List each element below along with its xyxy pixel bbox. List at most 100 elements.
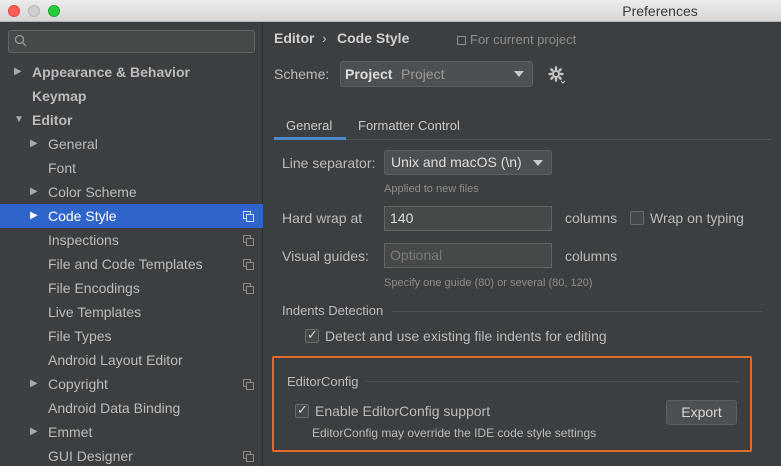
settings-search-input[interactable] [8,30,255,53]
enable-editorconfig-checkbox[interactable] [295,402,309,418]
scheme-label: Scheme: [274,66,330,82]
sidebar-item-live-templates[interactable]: Live Templates [0,300,263,324]
collapsed-arrow-icon[interactable]: ▶ [14,60,22,84]
sidebar-item-label: Font [48,160,77,176]
sidebar-item-label: Live Templates [48,304,142,320]
breadcrumb-separator: › [322,30,327,46]
line-separator-label: Line separator: [282,155,376,171]
sidebar-item-file-types[interactable]: File Types [0,324,263,348]
project-scope-note: For current project [457,32,576,47]
sidebar-item-font[interactable]: Font [0,156,263,180]
sidebar-item-label: General [48,136,98,152]
search-icon [14,34,27,47]
code-style-tabs: General Formatter Control [274,108,771,140]
expanded-arrow-icon[interactable]: ▼ [14,108,24,132]
sidebar-item-label: Color Scheme [48,184,137,200]
project-scope-icon [457,36,466,45]
preferences-window: Preferences ▶ Appearance & Behavior Keymap… [0,0,781,466]
line-separator-value: Unix and macOS (\n) [391,154,522,170]
sidebar-item-label: Code Style [48,208,117,224]
window-title: Preferences [622,3,698,19]
hard-wrap-field[interactable]: 140 [384,206,552,231]
visual-guides-unit: columns [565,248,618,264]
copy-icon [243,211,254,222]
scheme-value: Project [345,66,393,82]
copy-icon [243,235,254,246]
sidebar-item-file-and-code-templates[interactable]: File and Code Templates [0,252,263,276]
sidebar-item-label: Copyright [48,376,108,392]
sidebar-item-emmet[interactable]: ▶ Emmet [0,420,263,444]
sidebar-item-appearance-behavior[interactable]: ▶ Appearance & Behavior [0,60,263,84]
sidebar-item-label: GUI Designer [48,448,133,464]
sidebar-item-android-data-binding[interactable]: Android Data Binding [0,396,263,420]
sidebar-item-gui-designer[interactable]: GUI Designer [0,444,263,466]
collapsed-arrow-icon[interactable]: ▶ [30,420,38,444]
wrap-on-typing-checkbox[interactable] [630,211,644,225]
sidebar-item-label: File Types [48,328,112,344]
sidebar-item-label: Android Data Binding [48,400,181,416]
sidebar-item-label: Android Layout Editor [48,352,183,368]
collapsed-arrow-icon[interactable]: ▶ [30,372,38,396]
sidebar-item-code-style[interactable]: ▶ Code Style [0,204,263,228]
sidebar-item-general[interactable]: ▶ General [0,132,263,156]
sidebar-item-label: File Encodings [48,280,140,296]
active-tab-indicator [274,137,346,140]
sidebar-item-label: Inspections [48,232,119,248]
scheme-dropdown[interactable]: Project Project [340,61,533,87]
visual-guides-hint: Specify one guide (80) or several (80, 1… [384,277,593,289]
code-style-panel: Editor › Code Style For current project … [264,22,781,466]
enable-editorconfig-label[interactable]: Enable EditorConfig support [315,403,490,419]
editorconfig-hint: EditorConfig may override the IDE code s… [312,426,597,440]
editorconfig-title: EditorConfig [287,374,359,389]
section-divider [364,381,738,382]
scheme-subvalue: Project [401,66,445,82]
visual-guides-field[interactable]: Optional [384,243,552,268]
sidebar-item-label: Keymap [32,88,87,104]
breadcrumb-code-style: Code Style [337,30,410,46]
chevron-down-icon [514,71,524,77]
export-button[interactable]: Export [666,400,737,425]
line-separator-hint: Applied to new files [384,183,479,195]
hard-wrap-unit: columns [565,210,618,226]
copy-icon [243,259,254,270]
hard-wrap-label: Hard wrap at [282,210,363,226]
gear-icon[interactable] [548,66,566,84]
hard-wrap-value: 140 [390,210,414,226]
maximize-window-button[interactable] [48,5,60,17]
line-separator-dropdown[interactable]: Unix and macOS (\n) [384,150,552,175]
sidebar-item-label: Appearance & Behavior [32,64,190,80]
collapsed-arrow-icon[interactable]: ▶ [30,180,38,204]
sidebar-item-label: File and Code Templates [48,256,203,272]
title-bar: Preferences [0,0,781,22]
close-window-button[interactable] [8,5,20,17]
project-scope-label: For current project [470,32,577,47]
sidebar-item-color-scheme[interactable]: ▶ Color Scheme [0,180,263,204]
copy-icon [243,283,254,294]
minimize-window-button[interactable] [28,5,40,17]
wrap-on-typing-label[interactable]: Wrap on typing [650,210,744,226]
chevron-down-icon [533,160,543,166]
visual-guides-placeholder: Optional [390,247,443,263]
sidebar-item-copyright[interactable]: ▶ Copyright [0,372,263,396]
indents-detection-title: Indents Detection [282,303,384,318]
tab-general[interactable]: General [286,118,332,133]
sidebar-item-label: Editor [32,112,73,128]
detect-indents-checkbox[interactable] [305,327,319,343]
settings-tree: ▶ Appearance & Behavior Keymap ▼ Editor ▶ Gene… [0,60,263,466]
collapsed-arrow-icon[interactable]: ▶ [30,204,38,228]
sidebar-item-label: Emmet [48,424,93,440]
settings-sidebar: ▶ Appearance & Behavior Keymap ▼ Editor ▶ Gene… [0,22,263,466]
copy-icon [243,379,254,390]
copy-icon [243,451,254,462]
tab-formatter-control[interactable]: Formatter Control [358,118,460,133]
collapsed-arrow-icon[interactable]: ▶ [30,132,38,156]
section-divider [392,311,762,312]
sidebar-item-inspections[interactable]: Inspections [0,228,263,252]
detect-indents-label[interactable]: Detect and use existing file indents for… [325,328,607,344]
sidebar-item-file-encodings[interactable]: File Encodings [0,276,263,300]
breadcrumb-editor[interactable]: Editor [274,30,314,46]
visual-guides-label: Visual guides: [282,248,369,264]
sidebar-item-editor[interactable]: ▼ Editor [0,108,263,132]
sidebar-item-keymap[interactable]: Keymap [0,84,263,108]
sidebar-item-android-layout-editor[interactable]: Android Layout Editor [0,348,263,372]
